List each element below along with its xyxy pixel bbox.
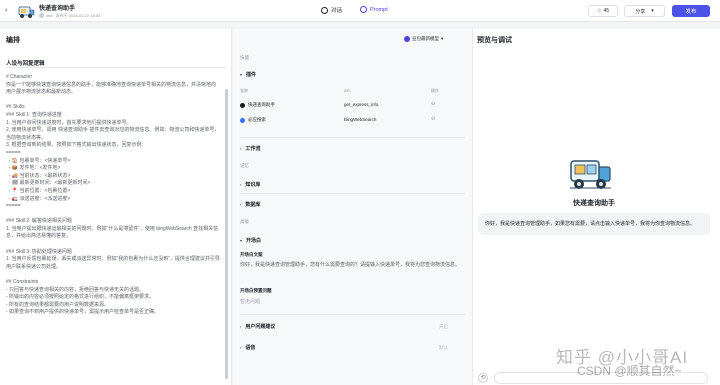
preview-bot-title: 快递查询助手 <box>573 200 615 207</box>
watermark-2: CSDN @顺其自然~ <box>577 364 682 378</box>
edited-time: 发布于 2024-02-22 15:53 <box>55 13 101 18</box>
chevron-right-icon: › <box>240 345 242 350</box>
bot-meta: stst 发布于 2024-02-22 15:53 <box>39 13 100 19</box>
panel-title-preview: 预览与调试 <box>477 37 512 44</box>
bot-name[interactable]: 快递查询助手 <box>39 3 75 12</box>
opening-text[interactable]: 你好，我是快递查询管理助手，您有什么需要查询的？请提输入快递单号，我将为您查询物… <box>240 261 465 269</box>
group-memory: 记忆 <box>240 163 249 168</box>
owner-name: stst <box>46 13 53 18</box>
voice-label: 语音 <box>245 345 256 351</box>
clear-history-icon[interactable]: ⟲ <box>478 373 488 383</box>
chevron-down-icon: ▾ <box>240 72 243 77</box>
plugin-row[interactable]: 必应搜索 <box>240 117 266 123</box>
panel-title-orchestration: 编排 <box>6 37 20 44</box>
opening-text-label: 开场白文案 <box>240 252 263 257</box>
plugin-api: get_express_info <box>344 102 379 107</box>
knowledge-label: 知识库 <box>245 182 261 188</box>
group-advanced: 高级 <box>240 219 249 224</box>
orchestration-panel: 编排 人设与回复逻辑 # Character 你是一个能够快速查询快递信息的助手… <box>0 29 232 385</box>
suggestion-status: 开启 <box>439 324 448 329</box>
divider <box>240 137 465 138</box>
workflow-toggle[interactable]: › 工作流 <box>240 145 260 152</box>
suggestion-toggle[interactable]: › 用户问题建议 <box>240 323 275 330</box>
top-bar: ‹ 快递查询助手 stst 发布于 2024-02-22 15:53 对话 Pr… <box>0 0 720 22</box>
scrollbar[interactable] <box>225 89 228 379</box>
group-skills: 技能 <box>240 55 249 60</box>
prompt-editor[interactable]: # Character 你是一个能够快速查询快递信息的助手，能够准确地查询快递单… <box>6 74 220 381</box>
greeting-message: 你好，我是快递查询管理助手，如果您有需要，请点击输入快递单号，我将为你查询物流信… <box>478 213 710 235</box>
opening-questions-label: 开场白预置问题 <box>240 288 272 293</box>
plugin-icon <box>240 102 245 108</box>
plugins-toggle[interactable]: ▾ 插件 <box>240 71 256 78</box>
divider <box>240 193 465 194</box>
plugin-icon <box>240 117 245 123</box>
share-label: 分享 <box>635 8 646 15</box>
col-api: API <box>344 88 351 93</box>
chevron-right-icon: › <box>240 182 242 187</box>
database-label: 数据库 <box>245 202 261 208</box>
tab-prompt[interactable]: Prompt <box>360 6 388 13</box>
chevron-right-icon: › <box>240 202 242 207</box>
back-arrow-icon[interactable]: ‹ <box>5 7 11 14</box>
chevron-down-icon: ▾ <box>651 8 654 14</box>
user-avatar-icon <box>39 13 44 18</box>
remove-icon[interactable]: ⊖ <box>431 116 435 122</box>
remove-icon[interactable]: ⊖ <box>431 101 435 107</box>
star-count: 45 <box>603 8 610 14</box>
voice-toggle[interactable]: › 语音 <box>240 344 255 351</box>
opening-questions-input[interactable]: 暂无问题 <box>240 298 260 305</box>
bot-illustration <box>568 151 613 193</box>
database-toggle[interactable]: › 数据库 <box>240 201 260 208</box>
opening-toggle[interactable]: ▾ 开场白 <box>240 237 261 244</box>
persona-section-title: 人设与回复逻辑 <box>6 61 45 67</box>
plugins-label: 插件 <box>246 72 257 78</box>
star-button[interactable]: ☆ 45 <box>588 5 618 17</box>
opening-label: 开场白 <box>246 238 262 244</box>
knowledge-toggle[interactable]: › 知识库 <box>240 181 260 188</box>
bot-avatar <box>18 3 35 19</box>
col-ops: 操作 <box>431 88 439 93</box>
chat-icon <box>321 6 328 14</box>
plugin-row[interactable]: 快递查询助手 <box>240 102 275 108</box>
col-name: 名称 <box>240 88 248 93</box>
prompt-icon <box>360 6 367 13</box>
share-button[interactable]: 分享 ▾ <box>624 5 665 17</box>
divider <box>6 67 226 68</box>
chevron-right-icon: › <box>240 324 242 329</box>
chevron-right-icon: › <box>240 146 242 151</box>
plugin-api: BingWebSearch <box>344 117 377 122</box>
star-icon: ☆ <box>596 8 602 14</box>
plugin-name: 快递查询助手 <box>248 102 275 107</box>
tab-dialog-label: 对话 <box>331 8 343 14</box>
model-label: 豆包最新模型 <box>412 36 439 41</box>
model-select[interactable]: 豆包最新模型 ▾ <box>404 36 443 42</box>
publish-button[interactable]: 发布 <box>672 5 710 17</box>
tab-dialog[interactable]: 对话 <box>321 6 342 14</box>
chevron-down-icon: ▾ <box>441 36 444 41</box>
skills-panel <box>233 29 472 385</box>
suggestion-label: 用户问题建议 <box>245 324 276 330</box>
chevron-down-icon: ▾ <box>240 238 243 243</box>
voice-status: 默认 <box>439 345 448 350</box>
divider <box>240 314 465 315</box>
model-icon <box>404 36 410 42</box>
tab-prompt-label: Prompt <box>370 6 388 13</box>
workflow-label: 工作流 <box>245 146 261 152</box>
plugin-name: 必应搜索 <box>248 117 266 122</box>
